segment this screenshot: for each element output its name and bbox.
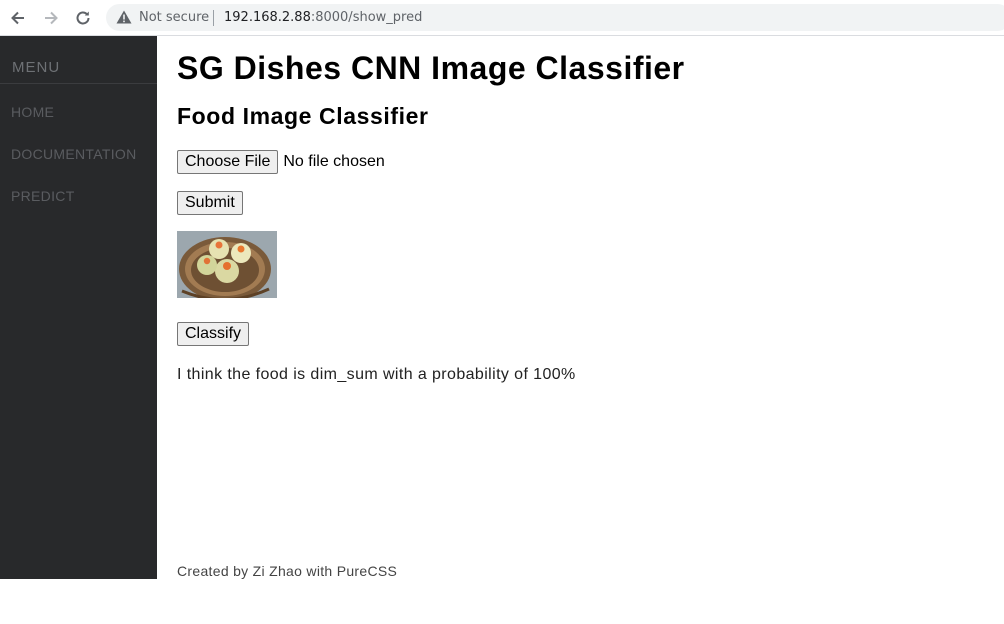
url-path: :8000/show_pred — [310, 10, 423, 25]
arrow-right-icon — [45, 11, 58, 25]
file-status: No file chosen — [283, 153, 385, 170]
arrow-left-icon — [11, 11, 24, 25]
browser-toolbar: Not secure 192.168.2.88:8000/show_pred — [0, 0, 1004, 36]
reload-icon — [76, 11, 90, 25]
sidebar: MENU HOME DOCUMENTATION PREDICT — [0, 36, 157, 579]
main-content: SG Dishes CNN Image Classifier Food Imag… — [177, 36, 997, 596]
menu-divider — [0, 83, 157, 84]
footer-credit: Created by Zi Zhao with PureCSS — [177, 563, 398, 579]
warning-icon — [116, 10, 132, 24]
submit-button[interactable]: Submit — [177, 191, 243, 215]
classify-button[interactable]: Classify — [177, 322, 250, 346]
address-bar[interactable]: Not secure 192.168.2.88:8000/show_pred — [106, 4, 1004, 31]
page-title: SG Dishes CNN Image Classifier — [177, 50, 685, 86]
sidebar-item-home[interactable]: HOME — [11, 104, 54, 120]
dim-sum-photo — [177, 231, 277, 298]
menu-heading: MENU — [12, 59, 61, 76]
reload-button[interactable] — [72, 7, 94, 29]
url-separator — [213, 10, 214, 26]
back-button[interactable] — [7, 7, 29, 29]
section-title: Food Image Classifier — [177, 103, 429, 129]
sidebar-item-predict[interactable]: PREDICT — [11, 188, 75, 204]
sidebar-item-documentation[interactable]: DOCUMENTATION — [11, 146, 136, 162]
food-preview-image — [177, 231, 277, 298]
forward-button[interactable] — [40, 7, 62, 29]
file-input: Choose File No file chosen — [177, 150, 385, 174]
url-host: 192.168.2.88 — [224, 10, 311, 25]
prediction-result: I think the food is dim_sum with a proba… — [177, 366, 576, 383]
url-text: 192.168.2.88:8000/show_pred — [224, 10, 422, 25]
choose-file-button[interactable]: Choose File — [177, 150, 279, 174]
security-label: Not secure — [139, 10, 210, 25]
